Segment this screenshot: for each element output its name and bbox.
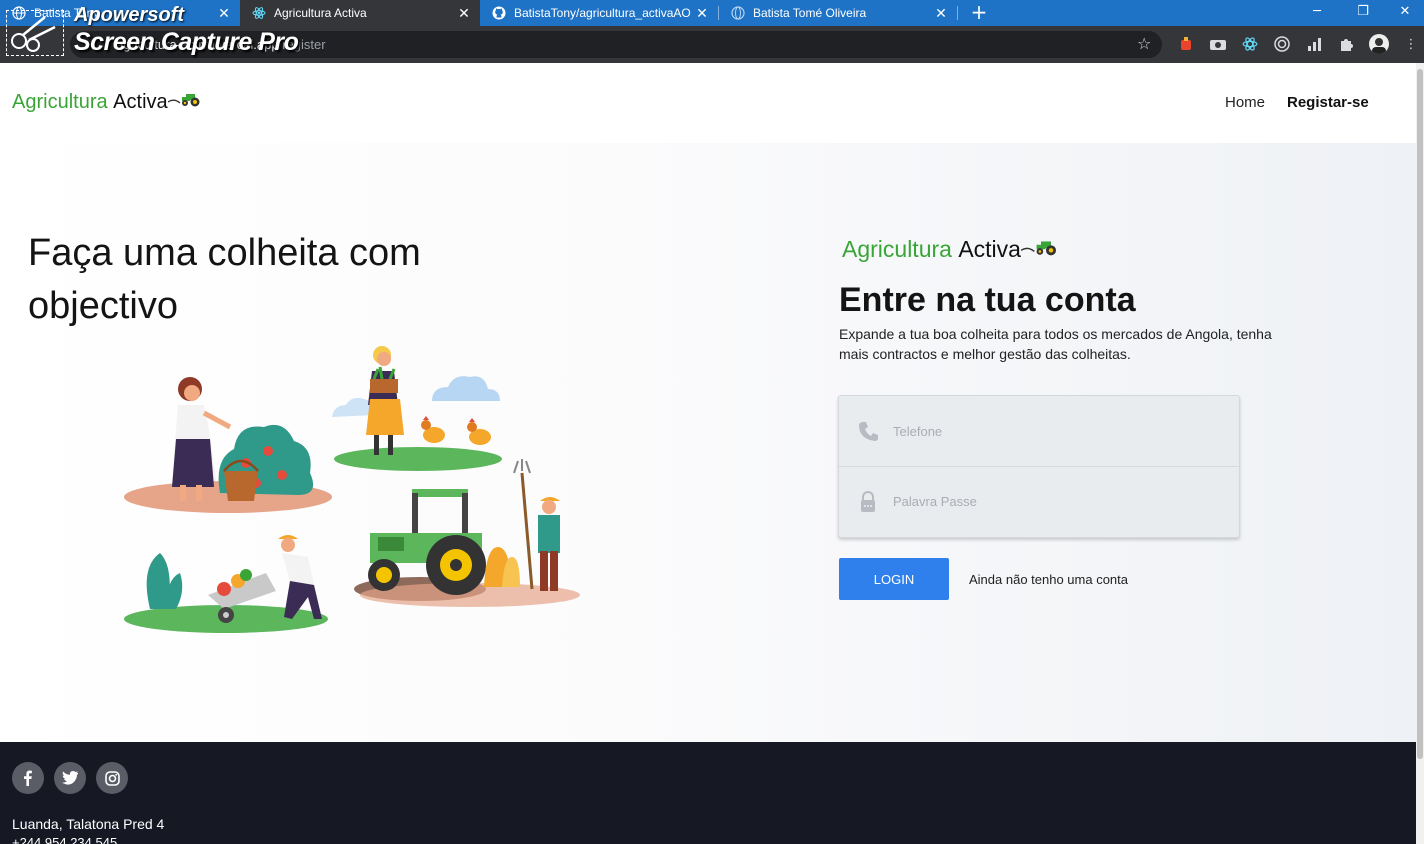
login-description: Expande a tua boa colheita para todos os…	[839, 326, 1272, 362]
footer-phone: +244 954 234 545	[12, 835, 118, 844]
react-devtools-icon[interactable]	[1241, 35, 1259, 53]
bookmark-star-icon[interactable]: ☆	[1137, 34, 1151, 53]
url-text[interactable]: agricultura-activa.vercel.app/register	[116, 37, 326, 52]
minimize-button[interactable]: ─	[1294, 0, 1340, 26]
url-host: agricultura-activa.vercel.app	[116, 37, 279, 52]
react-icon	[252, 6, 266, 20]
tab-batista-tome-oliveira[interactable]: Batista Tomé Oliveira ✕	[719, 0, 957, 26]
logo-text-dark: Activa	[958, 236, 1021, 262]
new-tab-button[interactable]: +	[968, 0, 990, 26]
form-logo: Agricultura Activa	[842, 236, 1061, 263]
globe-icon	[12, 6, 26, 20]
password-field[interactable]	[839, 466, 1239, 536]
tractor-icon	[167, 90, 204, 114]
farming-illustration	[120, 343, 580, 643]
globe-icon	[731, 6, 745, 20]
logo-text-dark: Activa	[113, 90, 168, 113]
password-input[interactable]	[893, 494, 1193, 509]
tab-separator	[957, 6, 958, 20]
tab-title: Batista Tony	[34, 6, 100, 20]
tab-title: BatistaTony/agricultura_activaAO	[514, 6, 691, 20]
login-button[interactable]: LOGIN	[839, 558, 949, 600]
site-footer: Luanda, Talatona Pred 4 +244 954 234 545	[0, 742, 1416, 844]
extension-icon[interactable]	[1177, 35, 1195, 53]
nav-home-link[interactable]: Home	[1225, 94, 1265, 111]
tab-agricultura-activa[interactable]: Agricultura Activa ✕	[240, 0, 480, 26]
browser-toolbar: agricultura-activa.vercel.app/register ☆…	[0, 26, 1424, 63]
target-icon[interactable]	[1273, 35, 1291, 53]
site-logo[interactable]: Agricultura Activa	[12, 90, 204, 114]
phone-field[interactable]	[839, 396, 1239, 466]
camera-icon[interactable]	[1209, 35, 1227, 53]
phone-input[interactable]	[893, 423, 1193, 439]
signal-icon[interactable]	[1305, 35, 1323, 53]
tab-title: Batista Tomé Oliveira	[753, 6, 867, 20]
facebook-icon[interactable]	[12, 762, 44, 794]
close-window-button[interactable]: ✕	[1386, 0, 1424, 26]
puzzle-extensions-icon[interactable]	[1337, 35, 1355, 53]
scrollbar-thumb[interactable]	[1417, 69, 1423, 759]
menu-kebab-icon[interactable]: ⋮	[1402, 35, 1420, 53]
nav-register-link[interactable]: Registar-se	[1287, 94, 1369, 111]
tractor-icon	[1020, 236, 1061, 263]
page-scrollbar[interactable]	[1416, 63, 1424, 844]
twitter-icon[interactable]	[54, 762, 86, 794]
page-viewport: Agricultura Activa Home Registar-se Faça…	[0, 63, 1416, 844]
tab-batista-tony[interactable]: Batista Tony ✕	[0, 0, 240, 26]
restore-button[interactable]: ❐	[1340, 0, 1386, 26]
url-path: /register	[278, 37, 326, 52]
login-form	[838, 395, 1240, 538]
hero-title: Faça uma colheita com objectivo	[28, 232, 421, 327]
logo-text-green: Agricultura	[12, 90, 108, 113]
login-heading: Entre na tua conta	[839, 281, 1136, 319]
close-icon[interactable]: ✕	[931, 5, 951, 22]
footer-address: Luanda, Talatona Pred 4	[12, 816, 165, 832]
logo-text-green: Agricultura	[842, 236, 952, 262]
phone-icon	[839, 420, 893, 442]
tab-github[interactable]: BatistaTony/agricultura_activaAO ✕	[480, 0, 718, 26]
tab-title: Agricultura Activa	[274, 6, 367, 20]
browser-tab-bar: Batista Tony ✕ Agricultura Activa ✕ Bati…	[0, 0, 1424, 26]
no-account-link[interactable]: Ainda não tenho uma conta	[969, 572, 1128, 587]
lock-icon	[839, 490, 893, 513]
site-navbar: Agricultura Activa Home Registar-se	[0, 63, 1416, 143]
close-icon[interactable]: ✕	[692, 5, 712, 22]
close-icon[interactable]: ✕	[454, 5, 474, 22]
instagram-icon[interactable]	[96, 762, 128, 794]
close-icon[interactable]: ✕	[214, 5, 234, 22]
profile-avatar[interactable]	[1369, 34, 1389, 54]
hero-section: Faça uma colheita com objectivo Agricult…	[0, 143, 1416, 742]
github-icon	[492, 6, 506, 20]
